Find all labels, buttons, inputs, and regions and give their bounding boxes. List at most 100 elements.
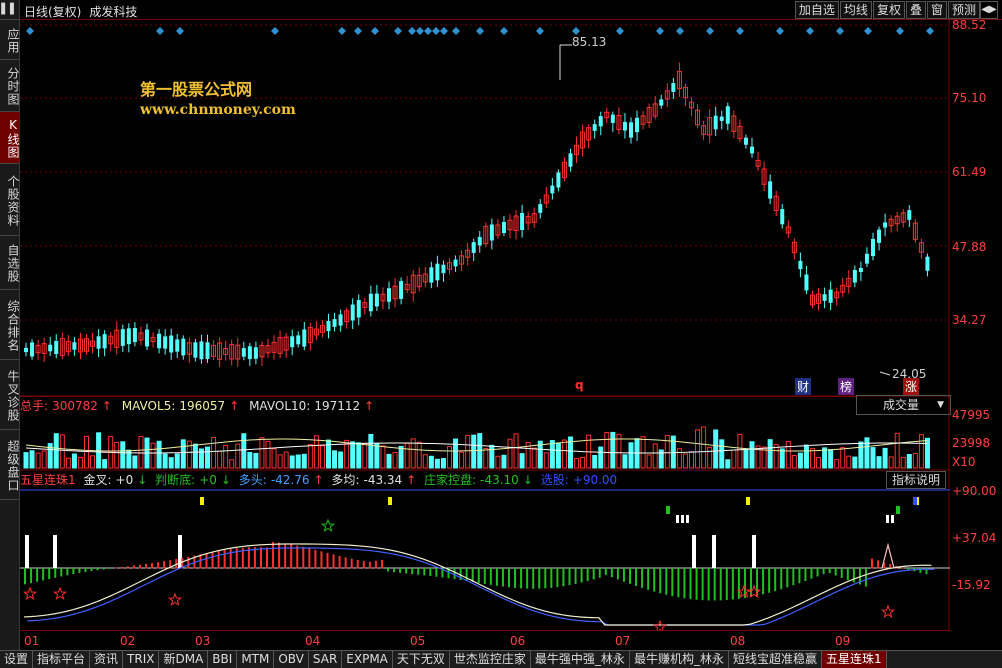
candle-body [520, 212, 525, 231]
adjust-price-button[interactable]: 复权 [872, 1, 905, 19]
histogram-bar [707, 568, 710, 601]
forecast-button[interactable]: 预测 [947, 1, 980, 19]
indicator-explain-button[interactable]: 指标说明 [886, 471, 946, 489]
volume-bar [828, 449, 834, 469]
histogram-bar [126, 566, 129, 569]
candle-body [883, 222, 888, 228]
signal-diamonds [26, 27, 934, 35]
volume-bar [864, 437, 870, 469]
tab-zuiniu-jigou[interactable]: 最牛赚机构_林永 [630, 651, 729, 668]
date-tick: 06 [510, 634, 526, 648]
signal-diamond-icon [806, 27, 814, 35]
add-watchlist-button[interactable]: 加自选 [794, 1, 839, 19]
histogram-bar [520, 568, 523, 589]
date-tick: 07 [615, 634, 631, 648]
candle-body [858, 267, 863, 273]
sidebar-item-ranking[interactable]: 综合排名 [0, 290, 20, 360]
tab-shijie[interactable]: 世杰监控庄家 [450, 651, 531, 668]
window-button[interactable]: 窗 [926, 1, 947, 19]
tab-wuxing[interactable]: 五星连珠1 [821, 651, 887, 668]
sidebar-item-intraday[interactable]: 分时图 [0, 60, 20, 112]
histogram-bar [919, 568, 922, 573]
tab-new-dma[interactable]: 新DMA [159, 651, 209, 668]
candle-body [435, 263, 440, 281]
moving-average-button[interactable]: 均线 [839, 1, 872, 19]
candle-body [610, 114, 615, 123]
candle-body [163, 336, 168, 349]
volume-bar [906, 454, 912, 469]
date-tick: 04 [305, 634, 321, 648]
candle-body [54, 340, 59, 355]
histogram-bar [429, 568, 432, 577]
tab-sar[interactable]: SAR [309, 651, 343, 668]
finance-event-icon[interactable]: 财 [795, 378, 812, 395]
tab-bbi[interactable]: BBI [208, 651, 238, 668]
histogram-bar [405, 568, 408, 574]
histogram-bar [187, 556, 190, 569]
jincha-value: +0 [115, 473, 134, 487]
signal-diamond-icon [476, 27, 484, 35]
tab-mtm[interactable]: MTM [237, 651, 275, 668]
tab-news[interactable]: 资讯 [90, 651, 124, 668]
histogram-bar [622, 568, 625, 582]
indicator-panel [22, 497, 935, 630]
sidebar-item-diagnosis[interactable]: 牛叉诊股 [0, 360, 20, 430]
ranking-event-icon[interactable]: 榜 [838, 378, 855, 395]
volume-bar [640, 436, 646, 469]
tab-trix[interactable]: TRIX [123, 651, 160, 668]
tab-obv[interactable]: OBV [274, 651, 309, 668]
volume-bar [132, 455, 138, 469]
histogram-bar [580, 568, 583, 583]
volume-bar [519, 453, 525, 469]
tab-tianxia[interactable]: 天下无双 [393, 651, 450, 668]
candle-body [24, 347, 28, 353]
sidebar-item-watchlist[interactable]: 自选股 [0, 236, 20, 290]
candle-body [241, 348, 246, 357]
limit-up-event-icon[interactable]: 涨 [903, 378, 920, 395]
volume-bar [289, 455, 295, 469]
white-marker [681, 515, 684, 523]
histogram-bar [846, 568, 849, 581]
volume-bar [265, 440, 271, 469]
tab-indicator-platform[interactable]: 指标平台 [33, 651, 91, 668]
volume-bar [858, 441, 864, 469]
histogram-bar [907, 568, 910, 570]
blue-marker [913, 497, 917, 505]
indicator-select[interactable]: 成交量 ▼ [856, 395, 951, 415]
volume-bar [646, 454, 652, 469]
volume-bar [628, 442, 634, 469]
volume-bar [676, 448, 682, 469]
sidebar-item-kline[interactable]: K线图 [0, 112, 20, 164]
event-q-mark[interactable]: q [575, 378, 584, 392]
sidebar-item-apps[interactable]: 应用 [0, 20, 20, 60]
histogram-bar [217, 550, 220, 569]
volume-bar [77, 456, 83, 469]
tab-settings[interactable]: 设置 [0, 651, 34, 668]
tab-zuiniu-qiang[interactable]: 最牛强中强_林永 [531, 651, 630, 668]
candle-body [725, 106, 730, 124]
histogram-bar [877, 560, 880, 569]
tab-expma[interactable]: EXPMA [342, 651, 393, 668]
candle-body [622, 122, 627, 131]
signal-diamond-icon [176, 27, 184, 35]
candle-body [132, 328, 137, 342]
histogram-bar [804, 568, 807, 581]
candle-body [96, 336, 101, 349]
indicator-name: 五星连珠1 [20, 473, 76, 487]
candle-body [350, 304, 355, 321]
histogram-bar [768, 568, 771, 593]
overlay-button[interactable]: 叠 [905, 1, 926, 19]
sidebar-item-stock-info[interactable]: 个股资料 [0, 164, 20, 236]
sidebar-toggle-icon[interactable]: ▌▌ [0, 0, 20, 20]
histogram-bar [102, 568, 105, 570]
histogram-bar [42, 568, 45, 581]
price-axis-label: 88.52 [952, 18, 987, 32]
histogram-bar [423, 568, 426, 576]
arrow-icon[interactable]: ◀▶ [980, 1, 998, 19]
histogram-bar [435, 568, 438, 577]
volume-bar [695, 429, 701, 469]
tab-duanxianbao[interactable]: 短线宝超准稳赢 [729, 651, 822, 668]
sidebar-item-super-panel[interactable]: 超级盘口 [0, 430, 20, 500]
candle-body [247, 346, 252, 360]
green-marker [666, 506, 670, 514]
